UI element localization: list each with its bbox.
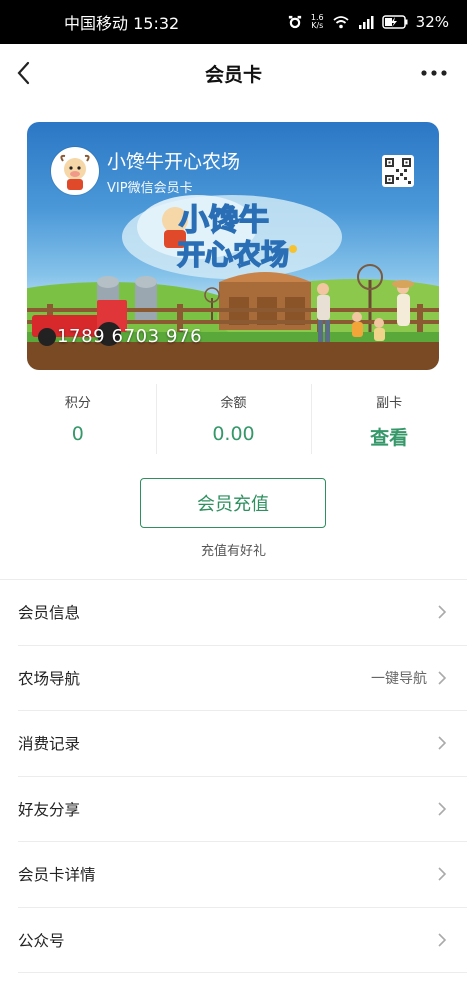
chevron-right-icon: [438, 867, 447, 881]
menu-item-official-account[interactable]: 公众号: [18, 908, 467, 973]
card-stats: 积分 0 余额 0.00 副卡 查看: [0, 378, 467, 458]
one-tap-navigation-label: 一键导航: [371, 670, 427, 687]
sub-card-label: 副卡: [376, 396, 403, 411]
signal-icon: [358, 16, 374, 29]
card-logo: [51, 147, 99, 195]
menu-item-consumption-records[interactable]: 消费记录: [18, 711, 467, 777]
recharge-button[interactable]: 会员充值: [140, 478, 326, 528]
balance-label: 余额: [220, 396, 247, 411]
sub-card-stat[interactable]: 副卡 查看: [311, 378, 467, 458]
back-arrow-icon[interactable]: [12, 58, 42, 88]
menu-item-label: 好友分享: [18, 800, 81, 819]
wifi-icon: [333, 16, 349, 29]
balance-value: 0.00: [212, 423, 255, 445]
card-merchant-name: 小馋牛开心农场: [107, 151, 241, 173]
chevron-right-icon: [438, 736, 447, 750]
sub-card-view-link[interactable]: 查看: [311, 423, 467, 450]
menu-item-label: 会员卡详情: [18, 866, 96, 885]
nav-bar: 会员卡: [0, 44, 467, 102]
more-dots-icon[interactable]: [419, 62, 449, 84]
net-speed: 1.6 K/s: [311, 14, 324, 30]
recharge-tip: 充值有好礼: [200, 544, 266, 559]
battery-icon: [381, 15, 408, 29]
menu-item-share-friends[interactable]: 好友分享: [18, 777, 467, 842]
menu-item-label: 消费记录: [18, 735, 81, 754]
chevron-right-icon: [438, 933, 447, 947]
member-card[interactable]: 小馋牛 开心农场 小馋牛开心农场 VIP微信会员卡 1789 6703 976: [27, 122, 439, 370]
carrier-time: 中国移动 15:32: [64, 14, 180, 33]
points-stat[interactable]: 积分 0: [0, 378, 156, 458]
menu-list: 会员信息 农场导航 一键导航 消费记录 好友分享 会员卡详情 公众号: [0, 579, 467, 973]
qr-code-icon[interactable]: [382, 155, 414, 187]
status-bar: 中国移动 15:32 1.6 K/s 32%: [0, 0, 467, 44]
menu-item-label: 农场导航: [18, 669, 81, 688]
chevron-right-icon: [438, 802, 447, 816]
balance-stat[interactable]: 余额 0.00: [155, 378, 312, 458]
alarm-icon: [288, 15, 302, 29]
chevron-right-icon: [438, 605, 447, 619]
page-title: 会员卡: [204, 63, 262, 86]
card-number: 1789 6703 976: [57, 326, 203, 347]
art-title-line2: 开心农场: [177, 239, 289, 270]
menu-item-label: 会员信息: [18, 604, 81, 623]
art-title-line1: 小馋牛: [179, 204, 269, 237]
menu-item-member-info[interactable]: 会员信息: [18, 580, 467, 646]
points-label: 积分: [64, 396, 91, 411]
menu-item-card-details[interactable]: 会员卡详情: [18, 842, 467, 908]
card-type: VIP微信会员卡: [107, 181, 193, 196]
mascot-logo-icon: [60, 154, 90, 190]
net-speed-unit: K/s: [311, 21, 324, 30]
menu-item-farm-navigation[interactable]: 农场导航 一键导航: [18, 646, 467, 711]
status-icons: 1.6 K/s 32%: [287, 13, 449, 31]
chevron-right-icon: [438, 671, 447, 685]
menu-item-label: 公众号: [18, 931, 65, 950]
points-value: 0: [71, 423, 84, 445]
battery-level: 32%: [415, 13, 449, 31]
